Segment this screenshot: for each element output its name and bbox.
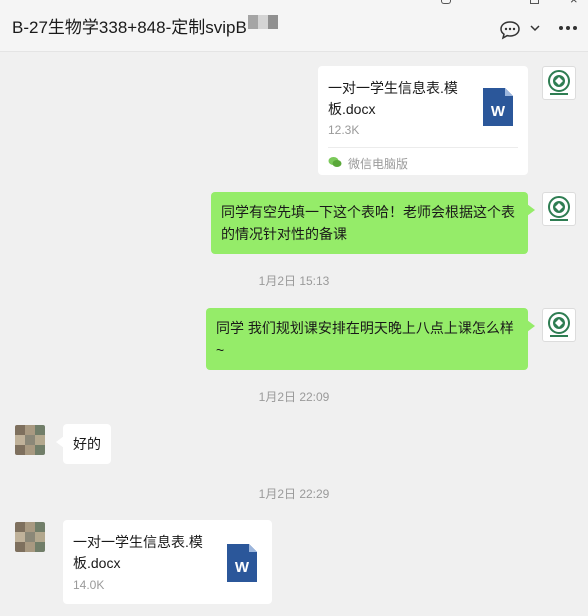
chat-header: B-27生物学338+848-定制svipB × [0,0,588,52]
message-timestamp: 1月2日 15:13 [258,274,330,288]
svg-text:W: W [235,559,250,576]
message-timestamp: 1月2日 22:29 [258,487,330,501]
file-name: 一对一学生信息表.模板.docx [328,80,458,117]
chat-title: B-27生物学338+848-定制svipB [12,18,247,37]
chevron-down-icon[interactable] [529,22,541,34]
contact-avatar[interactable] [15,425,45,455]
message-text: 好的 [73,436,101,452]
maximize-icon[interactable] [530,0,539,4]
message-timestamp: 1月2日 22:09 [258,390,330,404]
more-icon[interactable] [557,21,579,35]
contact-avatar[interactable] [15,522,45,552]
file-size: 14.0K [73,578,105,592]
self-avatar[interactable] [542,308,576,342]
pin-icon[interactable] [441,0,451,4]
message-text: 同学有空先填一下这个表哈！老师会根据这个表的情况针对性的备课 [221,204,515,242]
text-message-bubble[interactable]: 好的 [56,424,111,464]
file-message-card[interactable]: 一对一学生信息表.模板.docx 12.3K W 微信电脑版 [318,66,528,175]
file-size: 12.3K [328,123,360,137]
logo-avatar-icon [548,196,570,221]
word-file-icon: W [227,544,257,582]
self-avatar[interactable] [542,66,576,100]
text-message-bubble[interactable]: 同学有空先填一下这个表哈！老师会根据这个表的情况针对性的备课 [211,192,535,254]
close-icon[interactable]: × [570,0,578,7]
file-name: 一对一学生信息表.模板.docx [73,534,203,571]
self-avatar[interactable] [542,192,576,226]
text-message-bubble[interactable]: 同学 我们规划课安排在明天晚上八点上课怎么样~ [206,308,535,370]
word-file-icon: W [483,88,513,126]
file-message-card[interactable]: 一对一学生信息表.模板.docx 14.0K W [63,520,272,604]
svg-text:W: W [491,103,506,120]
file-source-label: 微信电脑版 [348,157,409,171]
message-text: 同学 我们规划课安排在明天晚上八点上课怎么样~ [216,320,514,358]
chat-bubble-icon[interactable] [499,20,521,40]
logo-avatar-icon [548,70,570,95]
file-source-footer: 微信电脑版 [328,147,518,175]
wechat-logo-icon [328,157,342,167]
title-mosaic [248,15,278,29]
logo-avatar-icon [548,312,570,337]
